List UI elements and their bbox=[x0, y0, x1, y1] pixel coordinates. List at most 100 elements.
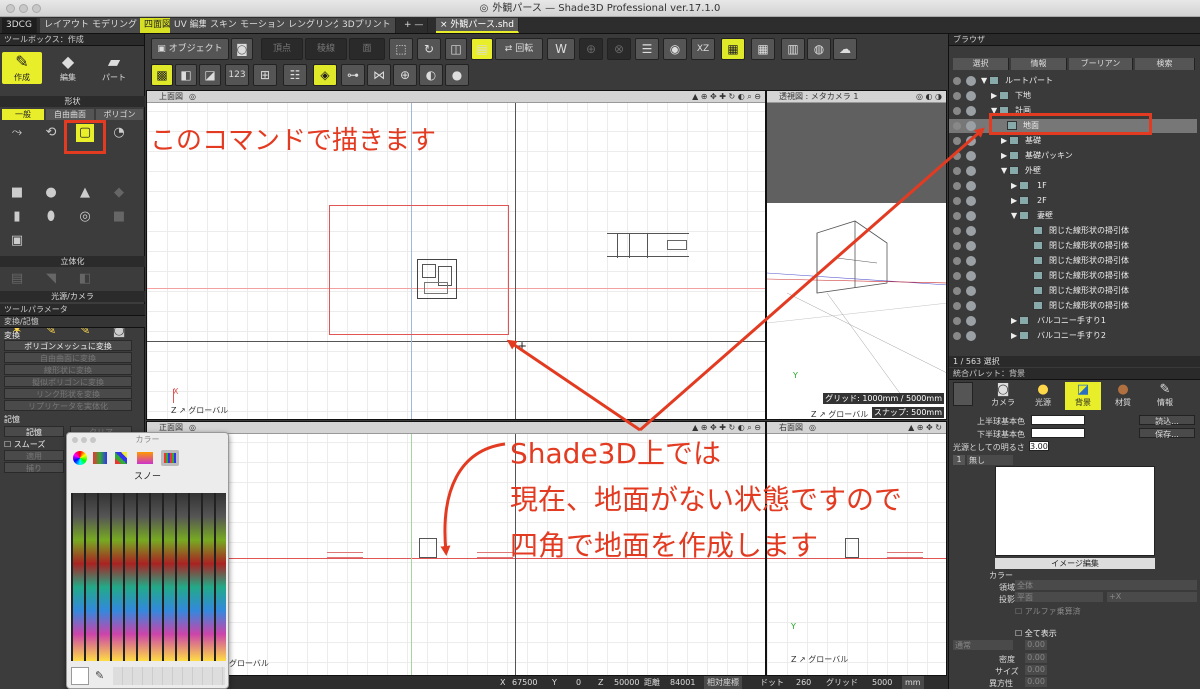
front-view-options-icon[interactable]: ◎ bbox=[189, 423, 196, 432]
palette-tab-background[interactable]: ◪ 背景 bbox=[1065, 382, 1101, 410]
view-button-2[interactable]: ◧ bbox=[175, 64, 197, 86]
edit-mode-button[interactable]: ◆ 編集 bbox=[48, 52, 88, 84]
numeric-input-button[interactable]: 123 bbox=[225, 64, 249, 86]
close-window-button[interactable] bbox=[6, 4, 15, 13]
shading-button[interactable]: ◈ bbox=[313, 64, 337, 86]
memory-button[interactable]: 記憶 bbox=[4, 426, 64, 437]
calc-button[interactable]: ▥ bbox=[781, 38, 805, 60]
image-palette-icon[interactable] bbox=[137, 452, 153, 464]
wire-globe-button[interactable]: ⊕ bbox=[393, 64, 417, 86]
tree-item[interactable]: ▶ バルコニー手すり2 bbox=[949, 329, 1197, 343]
view-button-3[interactable]: ◪ bbox=[199, 64, 221, 86]
table-button[interactable]: ▦ bbox=[751, 38, 775, 60]
cylinder-icon[interactable]: ▮ bbox=[8, 208, 26, 226]
show-all-checkbox[interactable]: ☐ 全て表示 bbox=[1015, 628, 1057, 639]
coord-mode-select[interactable]: 相対座標 bbox=[704, 676, 742, 689]
view-controls[interactable]: ▲ ⊕ ✥ ✚ ↻ ◐ ⌕ ⊖ bbox=[692, 91, 761, 103]
tab-layout[interactable]: レイアウト bbox=[40, 18, 95, 33]
color-window-zoom[interactable] bbox=[90, 437, 96, 443]
create-mode-button[interactable]: ✎ 作成 bbox=[2, 52, 42, 84]
perspective-controls[interactable]: ◎ ◐ ◑ bbox=[916, 91, 942, 103]
zoom-window-button[interactable] bbox=[32, 4, 41, 13]
tree-item[interactable]: ▶ バルコニー手すり1 bbox=[949, 314, 1197, 328]
capsule-icon[interactable]: ⬮ bbox=[42, 208, 60, 226]
shape-tab-polygon[interactable]: ポリゴン bbox=[96, 109, 143, 120]
map-button[interactable]: ◐ bbox=[419, 64, 443, 86]
shape-tab-freeform[interactable]: 自由曲面 bbox=[46, 109, 94, 120]
palette-tab-light[interactable]: ● 光源 bbox=[1025, 382, 1061, 410]
color-swatch-slots[interactable] bbox=[113, 667, 225, 685]
xz-plane-button[interactable]: XZ bbox=[691, 38, 715, 60]
document-button[interactable]: ▤ bbox=[471, 38, 493, 60]
tree-item[interactable]: ▼ 外壁 bbox=[949, 164, 1197, 178]
snap-grid-button[interactable]: ⊞ bbox=[253, 64, 277, 86]
upper-color-swatch[interactable] bbox=[1031, 415, 1085, 425]
tree-item[interactable]: ▼ ルートパート bbox=[949, 74, 1197, 88]
globe-button[interactable]: ◉ bbox=[663, 38, 687, 60]
tree-item[interactable]: ▶ 2F bbox=[949, 194, 1197, 208]
cube-icon[interactable]: ▣ bbox=[8, 232, 26, 250]
right-view-options-icon[interactable]: ◎ bbox=[809, 423, 816, 432]
camera-capture-button[interactable]: ◙ bbox=[231, 38, 253, 60]
tab-3dcg[interactable]: 3DCG bbox=[2, 18, 37, 33]
convert-polymesh-button[interactable]: ポリゴンメッシュに変換 bbox=[4, 340, 132, 351]
brightness-input[interactable]: 3.00 bbox=[1029, 441, 1049, 451]
save-button[interactable]: 保存... bbox=[1139, 428, 1195, 439]
tree-item[interactable]: 閉じた線形状の掃引体 bbox=[949, 239, 1197, 253]
current-color-swatch[interactable] bbox=[71, 667, 89, 685]
part-mode-button[interactable]: ▰ パート bbox=[94, 52, 134, 84]
open-line-icon[interactable]: ⤳ bbox=[8, 124, 26, 142]
tree-item[interactable]: ▶ 下地 bbox=[949, 89, 1197, 103]
lower-color-swatch[interactable] bbox=[1031, 428, 1085, 438]
sphere-render-button[interactable]: ● bbox=[445, 64, 469, 86]
align-button[interactable]: ☰ bbox=[635, 38, 659, 60]
object-mode-button[interactable]: ▣ オブジェクト bbox=[151, 38, 229, 60]
tab-3dprint[interactable]: 3Dプリント bbox=[338, 18, 396, 33]
unit-select[interactable]: mm bbox=[902, 676, 924, 689]
tree-item[interactable]: 閉じた線形状の掃引体 bbox=[949, 224, 1197, 238]
render-settings-button[interactable]: ▩ bbox=[151, 64, 173, 86]
perspective-viewport[interactable]: 透視図 : メタカメラ 1 ◎ ◐ ◑ Y Z ↗ グローバル グリッド: 10… bbox=[766, 90, 947, 420]
torus-icon[interactable]: ◎ bbox=[76, 208, 94, 226]
view-options-icon[interactable]: ◎ bbox=[189, 92, 196, 101]
cloud-button[interactable]: ☁ bbox=[833, 38, 857, 60]
color-window-minimize[interactable] bbox=[81, 437, 87, 443]
rotate-button[interactable]: ⇄ 回転 bbox=[495, 38, 543, 60]
connect-button[interactable]: ⊶ bbox=[341, 64, 365, 86]
image-edit-button[interactable]: イメージ編集 bbox=[995, 558, 1155, 569]
pencil-box[interactable] bbox=[71, 493, 226, 661]
load-button[interactable]: 読込... bbox=[1139, 415, 1195, 426]
tree-item[interactable]: ▶ 1F bbox=[949, 179, 1197, 193]
network-button[interactable]: ⋈ bbox=[367, 64, 391, 86]
box-icon[interactable]: ■ bbox=[8, 184, 26, 202]
browser-tab-boolean[interactable]: ブーリアン bbox=[1069, 58, 1133, 70]
tree-item[interactable]: 閉じた線形状の掃引体 bbox=[949, 284, 1197, 298]
tree-item[interactable]: 閉じた線形状の掃引体 bbox=[949, 299, 1197, 313]
frame-button[interactable]: ◫ bbox=[445, 38, 467, 60]
layer-index[interactable]: 1 bbox=[953, 455, 965, 465]
color-window-close[interactable] bbox=[72, 437, 78, 443]
sphere-icon[interactable]: ● bbox=[42, 184, 60, 202]
palette-preview-icon[interactable] bbox=[953, 382, 973, 406]
browser-tab-info[interactable]: 情報 bbox=[1011, 58, 1067, 70]
tab-document[interactable]: × 外観パース.shd bbox=[436, 18, 519, 33]
smooth-checkbox[interactable]: ☐ スムーズ bbox=[4, 439, 45, 450]
tab-motion[interactable]: モーション bbox=[236, 18, 290, 33]
list-button[interactable]: ☷ bbox=[283, 64, 307, 86]
tree-item[interactable]: ▼ 妻壁 bbox=[949, 209, 1197, 223]
tree-item[interactable]: 閉じた線形状の掃引体 bbox=[949, 254, 1197, 268]
palette-tab-camera[interactable]: ◙ カメラ bbox=[985, 382, 1021, 410]
shape-tab-general[interactable]: 一般 bbox=[2, 109, 44, 120]
cone-icon[interactable]: ▲ bbox=[76, 184, 94, 202]
minimize-window-button[interactable] bbox=[19, 4, 28, 13]
tree-item[interactable]: ▶ 基礎パッキン bbox=[949, 149, 1197, 163]
palette-tab-material[interactable]: ● 材質 bbox=[1105, 382, 1141, 410]
palette-icon[interactable] bbox=[115, 452, 127, 464]
palette-tab-info[interactable]: ✎ 情報 bbox=[1145, 382, 1185, 410]
eyedropper-icon[interactable]: ✎ bbox=[95, 669, 104, 682]
color-wheel-icon[interactable] bbox=[73, 451, 87, 465]
refresh-button[interactable]: ↻ bbox=[417, 38, 441, 60]
pencils-tab-icon[interactable] bbox=[161, 450, 179, 466]
tab-add-remove[interactable]: + — bbox=[400, 18, 429, 33]
select-box-button[interactable]: ⬚ bbox=[389, 38, 413, 60]
